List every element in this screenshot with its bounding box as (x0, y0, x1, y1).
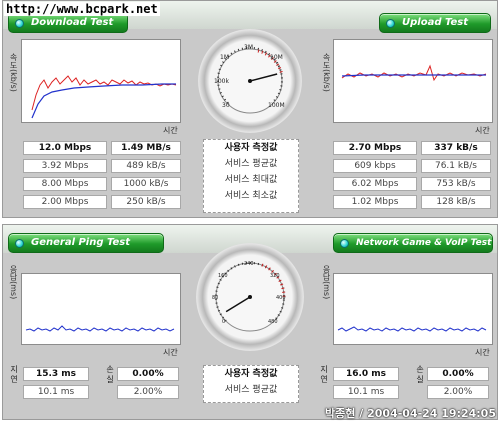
game-loss-label: 손실 (416, 365, 424, 384)
download-chart (21, 39, 181, 123)
ping-latency-average: 10.1 ms (23, 385, 89, 399)
download-kbs-min: 250 kB/s (111, 195, 181, 209)
gauge-tick-label: 1M (220, 54, 229, 61)
upload-kbs-max: 753 kB/s (421, 177, 491, 191)
gauge-tick-label: 100k (214, 78, 229, 85)
game-chart-plot (337, 326, 487, 332)
download-x-axis-label: 시간 (163, 126, 178, 135)
gauge-tick-label: 30 (222, 102, 230, 109)
watermark-signature: 박종현 / 2004-04-24 19:24:05 (325, 407, 496, 420)
download-blue-series (31, 83, 176, 119)
download-red-series (31, 75, 177, 111)
ping-blue-series (25, 325, 175, 332)
status-led-icon (15, 239, 24, 248)
gauge-tick-label: 160 (218, 273, 228, 279)
label-service-max: 서비스 최대값 (224, 175, 278, 185)
ping-x-axis-label: 시간 (163, 348, 178, 357)
game-latency-label: 지연 (320, 365, 328, 384)
upload-mbps-average: 609 kbps (333, 159, 417, 173)
download-mbps-average: 3.92 Mbps (23, 159, 107, 173)
gauge-tick-label: 3M (244, 44, 253, 51)
download-kbs-max: 1000 kB/s (111, 177, 181, 191)
game-latency-measured: 16.0 ms (333, 367, 399, 381)
label-service-average: 서비스 평균값 (224, 159, 278, 169)
upload-red-series (341, 64, 487, 82)
speed-test-panel: Download Test Upload Test 속도(kb/s) 시간 30… (2, 0, 498, 218)
gauge-tick-label: 240 (244, 261, 254, 267)
label-user-measured: 사용자 측정값 (224, 369, 278, 379)
status-led-icon (340, 239, 349, 248)
game-chart (333, 273, 493, 345)
network-game-voip-test-button[interactable]: Network Game & VoIP Test (333, 233, 493, 253)
download-mbps-min: 2.00 Mbps (23, 195, 107, 209)
ping-latency-label: 지연 (10, 365, 18, 384)
latency-gauge-face: 0 80 160 240 320 400 480 (212, 261, 286, 332)
label-service-min: 서비스 최소값 (224, 191, 278, 201)
general-ping-test-button[interactable]: General Ping Test (8, 233, 164, 253)
speed-gauge-face: 30 100k 1M 3M 10M 100M (214, 44, 285, 114)
upload-mbps-measured: 2.70 Mbps (333, 141, 417, 155)
latency-gauge: 0 80 160 240 320 400 480 (196, 243, 304, 351)
download-mbps-measured: 12.0 Mbps (23, 141, 107, 155)
ping-y-axis-label: 응답(ms) (9, 265, 18, 300)
upload-chart (333, 39, 493, 123)
upload-chart-plot (341, 64, 487, 82)
gauge-tick-label: 400 (276, 295, 286, 301)
download-kbs-measured: 1.49 MB/s (111, 141, 181, 155)
ping-loss-measured: 0.00% (117, 367, 179, 381)
upload-test-button[interactable]: Upload Test (379, 13, 491, 33)
download-y-axis-label: 속도(kb/s) (9, 53, 18, 92)
label-service-average: 서비스 평균값 (224, 385, 278, 395)
download-mbps-max: 8.00 Mbps (23, 177, 107, 191)
game-y-axis-label: 응답(ms) (322, 265, 331, 300)
speed-metric-labels: 사용자 측정값 서비스 평균값 서비스 최대값 서비스 최소값 (203, 139, 299, 213)
ping-loss-label: 손실 (106, 365, 114, 384)
download-test-button[interactable]: Download Test (8, 13, 128, 33)
watermark-url: http://www.bcpark.net (4, 2, 160, 16)
game-loss-measured: 0.00% (427, 367, 489, 381)
upload-x-axis-label: 시간 (475, 126, 490, 135)
speed-gauge: 30 100k 1M 3M 10M 100M (198, 29, 302, 133)
game-latency-average: 10.1 ms (333, 385, 399, 399)
gauge-tick-label: 80 (212, 295, 218, 301)
game-blue-series (337, 326, 487, 332)
download-kbs-average: 489 kB/s (111, 159, 181, 173)
upload-kbs-min: 128 kB/s (421, 195, 491, 209)
gauge-tick-label: 10M (270, 54, 283, 61)
upload-mbps-max: 6.02 Mbps (333, 177, 417, 191)
game-x-axis-label: 시간 (475, 348, 490, 357)
upload-kbs-measured: 337 kB/s (421, 141, 491, 155)
gauge-tick-label: 320 (270, 273, 280, 279)
upload-y-axis-label: 속도(kb/s) (322, 53, 331, 92)
gauge-tick-label: 100M (268, 102, 285, 109)
gauge-tick-label: 480 (268, 319, 278, 325)
upload-mbps-min: 1.02 Mbps (333, 195, 417, 209)
upload-kbs-average: 76.1 kB/s (421, 159, 491, 173)
ping-latency-measured: 15.3 ms (23, 367, 89, 381)
download-chart-plot (31, 75, 177, 119)
ping-chart-plot (25, 325, 175, 332)
ping-chart (21, 273, 181, 345)
label-user-measured: 사용자 측정값 (224, 143, 278, 153)
status-led-icon (15, 19, 24, 28)
ping-loss-average: 2.00% (117, 385, 179, 399)
ping-metric-labels: 사용자 측정값 서비스 평균값 (203, 365, 299, 403)
ping-test-panel: General Ping Test Network Game & VoIP Te… (2, 224, 498, 420)
game-loss-average: 2.00% (427, 385, 489, 399)
status-led-icon (386, 19, 395, 28)
gauge-tick-label: 0 (222, 319, 225, 325)
